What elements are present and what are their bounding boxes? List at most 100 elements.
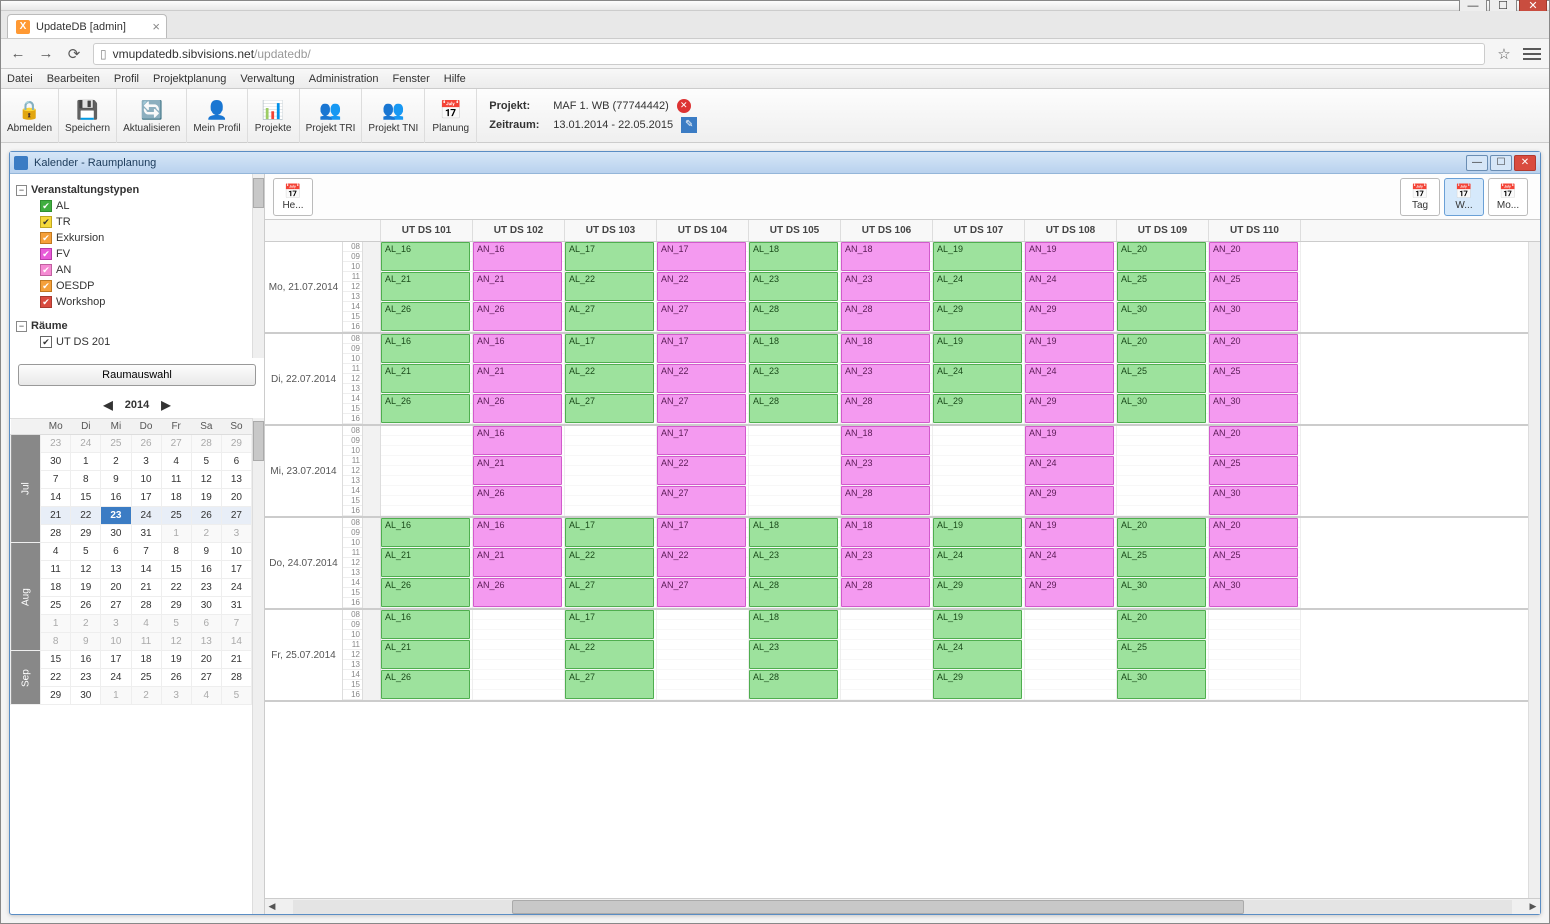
type-checkbox[interactable]: ✔ <box>40 264 52 276</box>
calendar-day[interactable]: 29 <box>161 597 191 615</box>
room-cell[interactable]: AL_19AL_24AL_29 <box>933 518 1025 608</box>
event[interactable]: AL_21 <box>381 364 470 393</box>
calendar-day[interactable]: 4 <box>131 615 161 633</box>
room-cell[interactable]: AN_19AN_24AN_29 <box>1025 518 1117 608</box>
timerange-edit-icon[interactable]: ✎ <box>681 117 697 133</box>
back-icon[interactable]: ← <box>9 45 27 63</box>
room-cell[interactable] <box>657 610 749 700</box>
event[interactable]: AL_22 <box>565 640 654 669</box>
calendar-day[interactable]: 15 <box>161 561 191 579</box>
calendar-day[interactable]: 4 <box>41 543 71 561</box>
event[interactable]: AL_16 <box>381 610 470 639</box>
room-selection-button[interactable]: Raumauswahl <box>18 364 256 386</box>
calendar-day[interactable]: 23 <box>71 669 101 687</box>
calendar-day[interactable]: 14 <box>131 561 161 579</box>
tree-toggle-icon[interactable]: − <box>16 321 27 332</box>
event[interactable]: AL_30 <box>1117 670 1206 699</box>
event[interactable]: AL_24 <box>933 548 1022 577</box>
event[interactable]: AL_17 <box>565 610 654 639</box>
event[interactable]: AN_18 <box>841 334 930 363</box>
hscroll-right-icon[interactable]: ▶ <box>1526 900 1540 914</box>
calendar-day[interactable]: 1 <box>161 525 191 543</box>
event[interactable]: AL_24 <box>933 640 1022 669</box>
calendar-day[interactable]: 1 <box>101 687 131 705</box>
event[interactable]: AL_30 <box>1117 578 1206 607</box>
type-checkbox[interactable]: ✔ <box>40 248 52 260</box>
room-cell[interactable] <box>841 610 933 700</box>
event[interactable]: AN_21 <box>473 548 562 577</box>
room-header[interactable]: UT DS 106 <box>841 220 933 241</box>
room-cell[interactable]: AN_16AN_21AN_26 <box>473 242 565 332</box>
calendar-day[interactable]: 7 <box>41 471 71 489</box>
room-cell[interactable]: AN_20AN_25AN_30 <box>1209 242 1301 332</box>
calendar-day[interactable]: 27 <box>161 435 191 453</box>
room-header[interactable]: UT DS 102 <box>473 220 565 241</box>
calendar-day[interactable]: 26 <box>131 435 161 453</box>
event[interactable]: AL_25 <box>1117 272 1206 301</box>
room-cell[interactable]: AN_17AN_22AN_27 <box>657 518 749 608</box>
room-cell[interactable] <box>1209 610 1301 700</box>
event[interactable]: AN_24 <box>1025 456 1114 485</box>
calendar-day[interactable]: 30 <box>41 453 71 471</box>
menu-bearbeiten[interactable]: Bearbeiten <box>47 73 100 85</box>
calendar-day[interactable]: 31 <box>221 597 251 615</box>
calendar-day[interactable]: 17 <box>131 489 161 507</box>
room-cell[interactable]: AN_20AN_25AN_30 <box>1209 426 1301 516</box>
calendar-day[interactable]: 18 <box>41 579 71 597</box>
event[interactable]: AN_30 <box>1209 302 1298 331</box>
event[interactable]: AL_26 <box>381 302 470 331</box>
event[interactable]: AL_27 <box>565 670 654 699</box>
calendar-day[interactable]: 24 <box>101 669 131 687</box>
event[interactable]: AL_28 <box>749 578 838 607</box>
event[interactable]: AN_22 <box>657 456 746 485</box>
event[interactable]: AL_20 <box>1117 334 1206 363</box>
calendar-day[interactable]: 19 <box>161 651 191 669</box>
menu-profil[interactable]: Profil <box>114 73 139 85</box>
calendar-day[interactable]: 27 <box>191 669 221 687</box>
event[interactable]: AN_21 <box>473 364 562 393</box>
event[interactable]: AN_27 <box>657 302 746 331</box>
event[interactable]: AN_19 <box>1025 426 1114 455</box>
room-cell[interactable]: AL_17AL_22AL_27 <box>565 610 657 700</box>
event[interactable]: AN_22 <box>657 364 746 393</box>
calendar-day[interactable]: 8 <box>161 543 191 561</box>
calendar-day[interactable]: 13 <box>221 471 251 489</box>
calendar-day[interactable]: 21 <box>41 507 71 525</box>
event[interactable]: AL_26 <box>381 394 470 423</box>
calendar-day[interactable]: 9 <box>191 543 221 561</box>
room-cell[interactable]: AL_20AL_25AL_30 <box>1117 242 1209 332</box>
calendar-day[interactable]: 17 <box>101 651 131 669</box>
event[interactable]: AN_16 <box>473 426 562 455</box>
room-cell[interactable]: AN_19AN_24AN_29 <box>1025 334 1117 424</box>
calendar-day[interactable]: 28 <box>131 597 161 615</box>
view-week-button[interactable]: 📅W... <box>1444 178 1484 216</box>
event[interactable]: AN_16 <box>473 242 562 271</box>
event[interactable]: AL_29 <box>933 578 1022 607</box>
room-cell[interactable] <box>933 426 1025 516</box>
calendar-day[interactable]: 11 <box>41 561 71 579</box>
calendar-day[interactable]: 28 <box>221 669 251 687</box>
event[interactable]: AL_19 <box>933 334 1022 363</box>
room-cell[interactable]: AL_17AL_22AL_27 <box>565 242 657 332</box>
event[interactable]: AL_21 <box>381 548 470 577</box>
room-cell[interactable] <box>749 426 841 516</box>
event[interactable]: AN_16 <box>473 518 562 547</box>
calendar-day[interactable]: 24 <box>71 435 101 453</box>
calendar-day[interactable]: 26 <box>161 669 191 687</box>
event[interactable]: AL_25 <box>1117 364 1206 393</box>
event[interactable]: AN_18 <box>841 518 930 547</box>
calendar-day[interactable]: 4 <box>191 687 221 705</box>
event[interactable]: AL_17 <box>565 334 654 363</box>
calendar-day[interactable]: 5 <box>221 687 251 705</box>
view-day-button[interactable]: 📅Tag <box>1400 178 1440 216</box>
event[interactable]: AN_23 <box>841 364 930 393</box>
calendar-day[interactable]: 8 <box>71 471 101 489</box>
room-cell[interactable]: AL_19AL_24AL_29 <box>933 242 1025 332</box>
type-checkbox[interactable]: ✔ <box>40 232 52 244</box>
calendar-day[interactable]: 26 <box>71 597 101 615</box>
schedule-body[interactable]: Mo, 21.07.2014080910111213141516AL_16AL_… <box>265 242 1528 898</box>
calendar-day[interactable]: 30 <box>191 597 221 615</box>
event[interactable]: AN_19 <box>1025 242 1114 271</box>
room-header[interactable]: UT DS 104 <box>657 220 749 241</box>
calendar-day[interactable]: 7 <box>221 615 251 633</box>
